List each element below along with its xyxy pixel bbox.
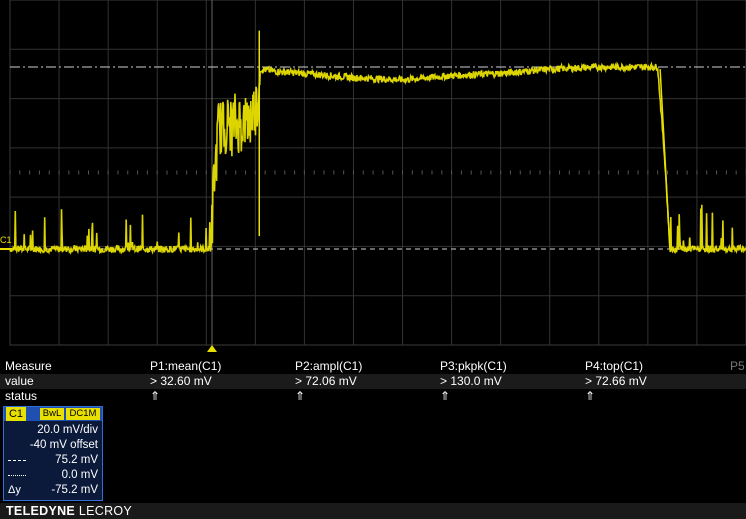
measure-title: Measure xyxy=(5,359,52,373)
waveform-display[interactable] xyxy=(0,0,746,519)
cursor2-value: 0.0 mV xyxy=(61,469,98,481)
param-p3-value: > 130.0 mV xyxy=(440,374,502,388)
measure-value-row: value > 32.60 mV > 72.06 mV > 130.0 mV >… xyxy=(0,374,746,389)
graticule-border xyxy=(9,0,746,346)
param-p2-value: > 72.06 mV xyxy=(295,374,357,388)
brand-logo: TELEDYNE LECROY xyxy=(6,504,132,518)
delta-line: Δy -75.2 mV xyxy=(4,483,100,498)
trigger-position-marker[interactable] xyxy=(207,345,217,352)
measure-status-row: status ⇑ ⇑ ⇑ ⇑ xyxy=(0,389,746,404)
bandwidth-limit-badge: BwL xyxy=(40,408,64,420)
param-p1-status-icon: ⇑ xyxy=(150,389,161,403)
channel-descriptor-box[interactable]: C1 BwL DC1M 20.0 mV/div -40 mV offset 75… xyxy=(3,406,103,501)
cursor1-line: 75.2 mV xyxy=(4,453,100,468)
param-p4-status-icon: ⇑ xyxy=(585,389,596,403)
brand-footer: TELEDYNE LECROY xyxy=(0,503,746,519)
measure-table: Measure P1:mean(C1) P2:ampl(C1) P3:pkpk(… xyxy=(0,357,746,405)
param-p5-label[interactable]: P5 xyxy=(730,359,745,374)
channel-descriptor-header: C1 BwL DC1M xyxy=(4,407,102,421)
param-p4-value: > 72.66 mV xyxy=(585,374,647,388)
dashdot-cursor-icon xyxy=(8,460,26,461)
measure-header-row: Measure P1:mean(C1) P2:ampl(C1) P3:pkpk(… xyxy=(0,359,746,374)
cursor2-line: 0.0 mV xyxy=(4,468,100,483)
param-p2-status-icon: ⇑ xyxy=(295,389,306,403)
graticule-grid xyxy=(9,0,746,346)
param-p1-label[interactable]: P1:mean(C1) xyxy=(150,359,221,374)
offset-value: -40 mV offset xyxy=(29,439,98,451)
coupling-badge: DC1M xyxy=(66,408,100,420)
cursor1-value: 75.2 mV xyxy=(55,454,98,466)
channel-name: C1 xyxy=(6,407,26,421)
brand-bold-text: TELEDYNE xyxy=(6,504,76,518)
vdiv-line: 20.0 mV/div xyxy=(4,423,100,438)
vdiv-value: 20.0 mV/div xyxy=(37,424,98,436)
dotted-cursor-icon xyxy=(8,475,26,476)
param-p2-label[interactable]: P2:ampl(C1) xyxy=(295,359,362,374)
offset-line: -40 mV offset xyxy=(4,438,100,453)
delta-value: -75.2 mV xyxy=(51,484,98,496)
value-row-label: value xyxy=(5,374,34,388)
c1-waveform xyxy=(9,61,746,256)
trace-channel-label[interactable]: C1 xyxy=(0,235,12,245)
param-p1-value: > 32.60 mV xyxy=(150,374,212,388)
status-row-label: status xyxy=(5,389,38,403)
param-p4-label[interactable]: P4:top(C1) xyxy=(585,359,643,374)
brand-light-text: LECROY xyxy=(78,504,133,518)
delta-y-label: Δy xyxy=(8,484,21,496)
cursor-lines xyxy=(10,66,746,250)
c1-trace xyxy=(0,30,746,256)
param-p3-label[interactable]: P3:pkpk(C1) xyxy=(440,359,507,374)
c1-falling-edge xyxy=(659,69,671,250)
param-p3-status-icon: ⇑ xyxy=(440,389,451,403)
